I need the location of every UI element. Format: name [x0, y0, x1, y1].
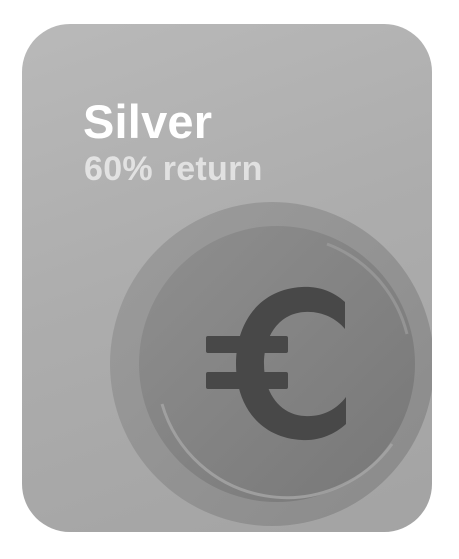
silver-tier-card[interactable]: Silver 60% return — [22, 24, 432, 532]
tier-title: Silver — [83, 95, 213, 148]
tier-return-rate: 60% return — [84, 150, 263, 188]
euro-coin-icon — [102, 194, 432, 532]
